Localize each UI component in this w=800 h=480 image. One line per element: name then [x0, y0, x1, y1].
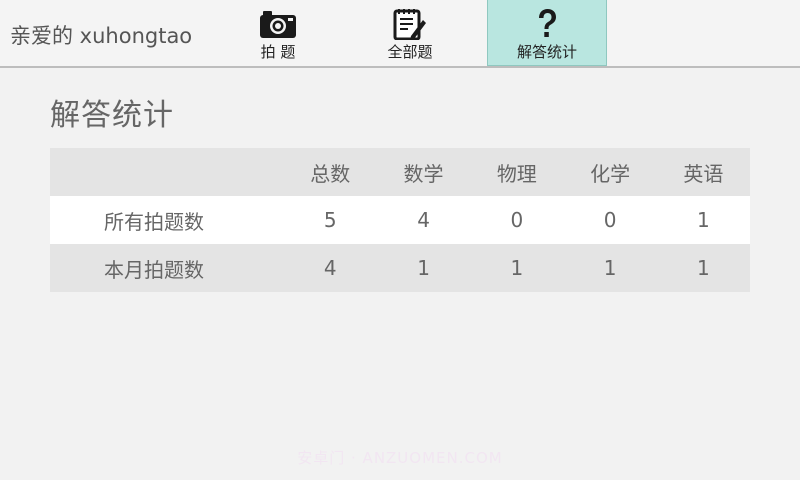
table-cell: 0 — [510, 208, 524, 232]
row-label: 所有拍题数 — [104, 209, 204, 234]
column-header-physics: 物理 — [496, 161, 537, 186]
tab-all-questions[interactable]: 全部题 — [365, 0, 455, 66]
top-bar: 亲爱的 xuhongtao 拍 题 全部题 解答统计 — [0, 0, 800, 68]
table-cell: 4 — [323, 256, 337, 280]
column-header-chemistry: 化学 — [590, 161, 631, 186]
table-cell: 5 — [323, 208, 337, 232]
stats-table: 总数 数学 物理 化学 英语 所有拍题数 5 4 0 0 1 本月拍题数 4 1… — [50, 148, 750, 292]
row-label: 本月拍题数 — [104, 257, 204, 282]
table-row: 所有拍题数 5 4 0 0 1 — [50, 196, 750, 244]
tab-stats-label: 解答统计 — [516, 43, 577, 61]
table-cell: 1 — [417, 256, 430, 280]
tab-answer-stats[interactable]: 解答统计 — [487, 0, 607, 66]
notebook-pencil-icon — [390, 8, 430, 40]
table-cell: 0 — [603, 208, 617, 232]
camera-icon — [258, 8, 298, 40]
tab-photo-label: 拍 题 — [260, 43, 296, 61]
greeting-text: 亲爱的 xuhongtao — [10, 24, 193, 48]
column-header — [50, 148, 284, 196]
watermark: 安卓门 · ANZUOMEN.COM — [297, 449, 503, 467]
column-header-total: 总数 — [310, 161, 351, 186]
table-header-row: 总数 数学 物理 化学 英语 — [50, 148, 750, 196]
table-cell: 1 — [603, 256, 617, 280]
tab-photo[interactable]: 拍 题 — [238, 0, 318, 66]
table-cell: 1 — [696, 208, 710, 232]
question-mark-icon — [527, 8, 567, 40]
tab-all-label: 全部题 — [387, 43, 433, 61]
table-row: 本月拍题数 4 1 1 1 1 — [50, 244, 750, 292]
table-cell: 4 — [417, 208, 430, 232]
table-cell: 1 — [696, 256, 710, 280]
table-cell: 1 — [510, 256, 524, 280]
column-header-math: 数学 — [403, 161, 444, 186]
page-title: 解答统计 — [50, 98, 174, 133]
column-header-english: 英语 — [683, 161, 724, 186]
